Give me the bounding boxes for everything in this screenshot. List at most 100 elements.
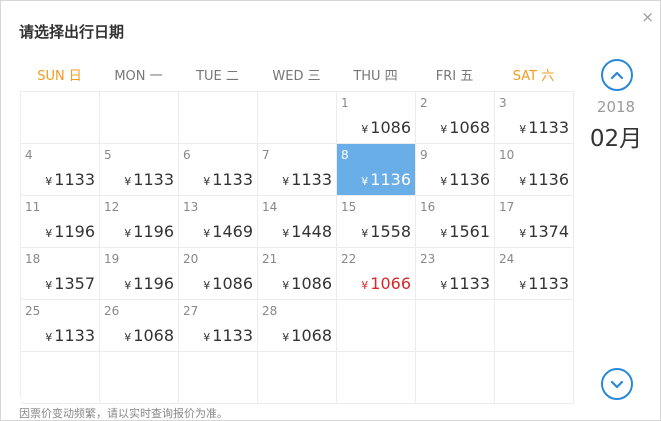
day-number: 9 [420, 148, 428, 162]
price-amount: 1136 [528, 170, 569, 189]
day-number: 4 [25, 148, 33, 162]
calendar-day-cell[interactable]: 2 ¥1068 [416, 92, 495, 144]
calendar-day-cell[interactable]: 4 ¥1133 [21, 144, 100, 196]
price-amount: 1136 [370, 170, 411, 189]
weekday-sun: SUN 日 [37, 69, 82, 84]
calendar-day-cell[interactable]: 5 ¥1133 [100, 144, 179, 196]
price-amount: 1133 [212, 326, 253, 345]
day-price: ¥1136 [361, 170, 411, 189]
calendar-day-cell[interactable]: 21 ¥1086 [258, 248, 337, 300]
day-price: ¥1133 [519, 274, 569, 293]
day-number: 24 [499, 252, 515, 266]
calendar-empty-cell [416, 352, 495, 404]
calendar-day-cell[interactable]: 13 ¥1469 [179, 196, 258, 248]
currency-symbol: ¥ [203, 175, 211, 188]
calendar-day-cell[interactable]: 22 ¥1066 [337, 248, 416, 300]
day-number: 8 [341, 148, 349, 162]
next-month-button[interactable] [601, 368, 633, 400]
calendar-day-cell[interactable]: 28 ¥1068 [258, 300, 337, 352]
price-amount: 1561 [449, 222, 490, 241]
price-amount: 1066 [370, 274, 411, 293]
calendar-day-cell[interactable]: 16 ¥1561 [416, 196, 495, 248]
calendar-day-cell[interactable]: 24 ¥1133 [495, 248, 574, 300]
currency-symbol: ¥ [440, 123, 448, 136]
price-amount: 1133 [528, 274, 569, 293]
day-number: 11 [25, 200, 41, 214]
close-icon[interactable]: × [641, 10, 654, 25]
day-price: ¥1133 [203, 170, 253, 189]
price-amount: 1448 [291, 222, 332, 241]
calendar-day-cell[interactable]: 14 ¥1448 [258, 196, 337, 248]
calendar-day-cell[interactable]: 19 ¥1196 [100, 248, 179, 300]
calendar-empty-cell [337, 352, 416, 404]
price-amount: 1133 [54, 326, 95, 345]
day-number: 13 [183, 200, 199, 214]
day-number: 12 [104, 200, 120, 214]
day-price: ¥1357 [45, 274, 95, 293]
calendar-empty-cell [21, 352, 100, 404]
day-number: 27 [183, 304, 199, 318]
currency-symbol: ¥ [440, 279, 448, 292]
day-number: 3 [499, 96, 507, 110]
calendar-day-cell[interactable]: 20 ¥1086 [179, 248, 258, 300]
calendar-day-cell[interactable]: 27 ¥1133 [179, 300, 258, 352]
day-price: ¥1086 [361, 118, 411, 137]
calendar-empty-cell [258, 352, 337, 404]
day-price: ¥1133 [519, 118, 569, 137]
day-number: 16 [420, 200, 436, 214]
calendar-empty-cell [100, 352, 179, 404]
price-amount: 1068 [133, 326, 174, 345]
calendar-day-cell[interactable]: 1 ¥1086 [337, 92, 416, 144]
day-price: ¥1196 [124, 222, 174, 241]
calendar-day-cell[interactable]: 15 ¥1558 [337, 196, 416, 248]
currency-symbol: ¥ [124, 227, 132, 240]
currency-symbol: ¥ [361, 123, 369, 136]
day-price: ¥1068 [124, 326, 174, 345]
currency-symbol: ¥ [45, 331, 53, 344]
price-amount: 1086 [212, 274, 253, 293]
weekday-thu: THU 四 [353, 69, 398, 84]
calendar-empty-cell [100, 92, 179, 144]
day-number: 22 [341, 252, 357, 266]
weekday-tue: TUE 二 [196, 69, 239, 84]
currency-symbol: ¥ [440, 227, 448, 240]
date-picker-dialog: 请选择出行日期 × SUN 日 MON 一 TUE 二 WED 三 THU 四 … [0, 0, 661, 421]
price-amount: 1196 [133, 222, 174, 241]
prev-month-button[interactable] [601, 59, 633, 91]
calendar-empty-cell [495, 300, 574, 352]
calendar-day-cell[interactable]: 8 ¥1136 [337, 144, 416, 196]
day-price: ¥1086 [203, 274, 253, 293]
day-number: 2 [420, 96, 428, 110]
day-price: ¥1066 [361, 274, 411, 293]
day-price: ¥1196 [45, 222, 95, 241]
calendar-empty-cell [337, 300, 416, 352]
day-number: 5 [104, 148, 112, 162]
day-number: 26 [104, 304, 120, 318]
calendar-day-cell[interactable]: 10 ¥1136 [495, 144, 574, 196]
price-amount: 1068 [449, 118, 490, 137]
calendar-day-cell[interactable]: 18 ¥1357 [21, 248, 100, 300]
price-amount: 1133 [212, 170, 253, 189]
calendar-day-cell[interactable]: 12 ¥1196 [100, 196, 179, 248]
calendar-empty-cell [416, 300, 495, 352]
currency-symbol: ¥ [203, 331, 211, 344]
dialog-title: 请选择出行日期 [19, 23, 125, 41]
calendar-day-cell[interactable]: 3 ¥1133 [495, 92, 574, 144]
chevron-up-icon [610, 71, 624, 80]
day-price: ¥1448 [282, 222, 332, 241]
day-number: 21 [262, 252, 278, 266]
calendar-day-cell[interactable]: 25 ¥1133 [21, 300, 100, 352]
day-number: 28 [262, 304, 278, 318]
day-number: 19 [104, 252, 120, 266]
currency-symbol: ¥ [519, 227, 527, 240]
calendar-day-cell[interactable]: 26 ¥1068 [100, 300, 179, 352]
calendar-day-cell[interactable]: 23 ¥1133 [416, 248, 495, 300]
day-price: ¥1068 [440, 118, 490, 137]
calendar-day-cell[interactable]: 11 ¥1196 [21, 196, 100, 248]
calendar-day-cell[interactable]: 9 ¥1136 [416, 144, 495, 196]
calendar-day-cell[interactable]: 7 ¥1133 [258, 144, 337, 196]
year-label: 2018 [596, 98, 636, 116]
calendar-day-cell[interactable]: 6 ¥1133 [179, 144, 258, 196]
calendar-day-cell[interactable]: 17 ¥1374 [495, 196, 574, 248]
day-price: ¥1133 [440, 274, 490, 293]
